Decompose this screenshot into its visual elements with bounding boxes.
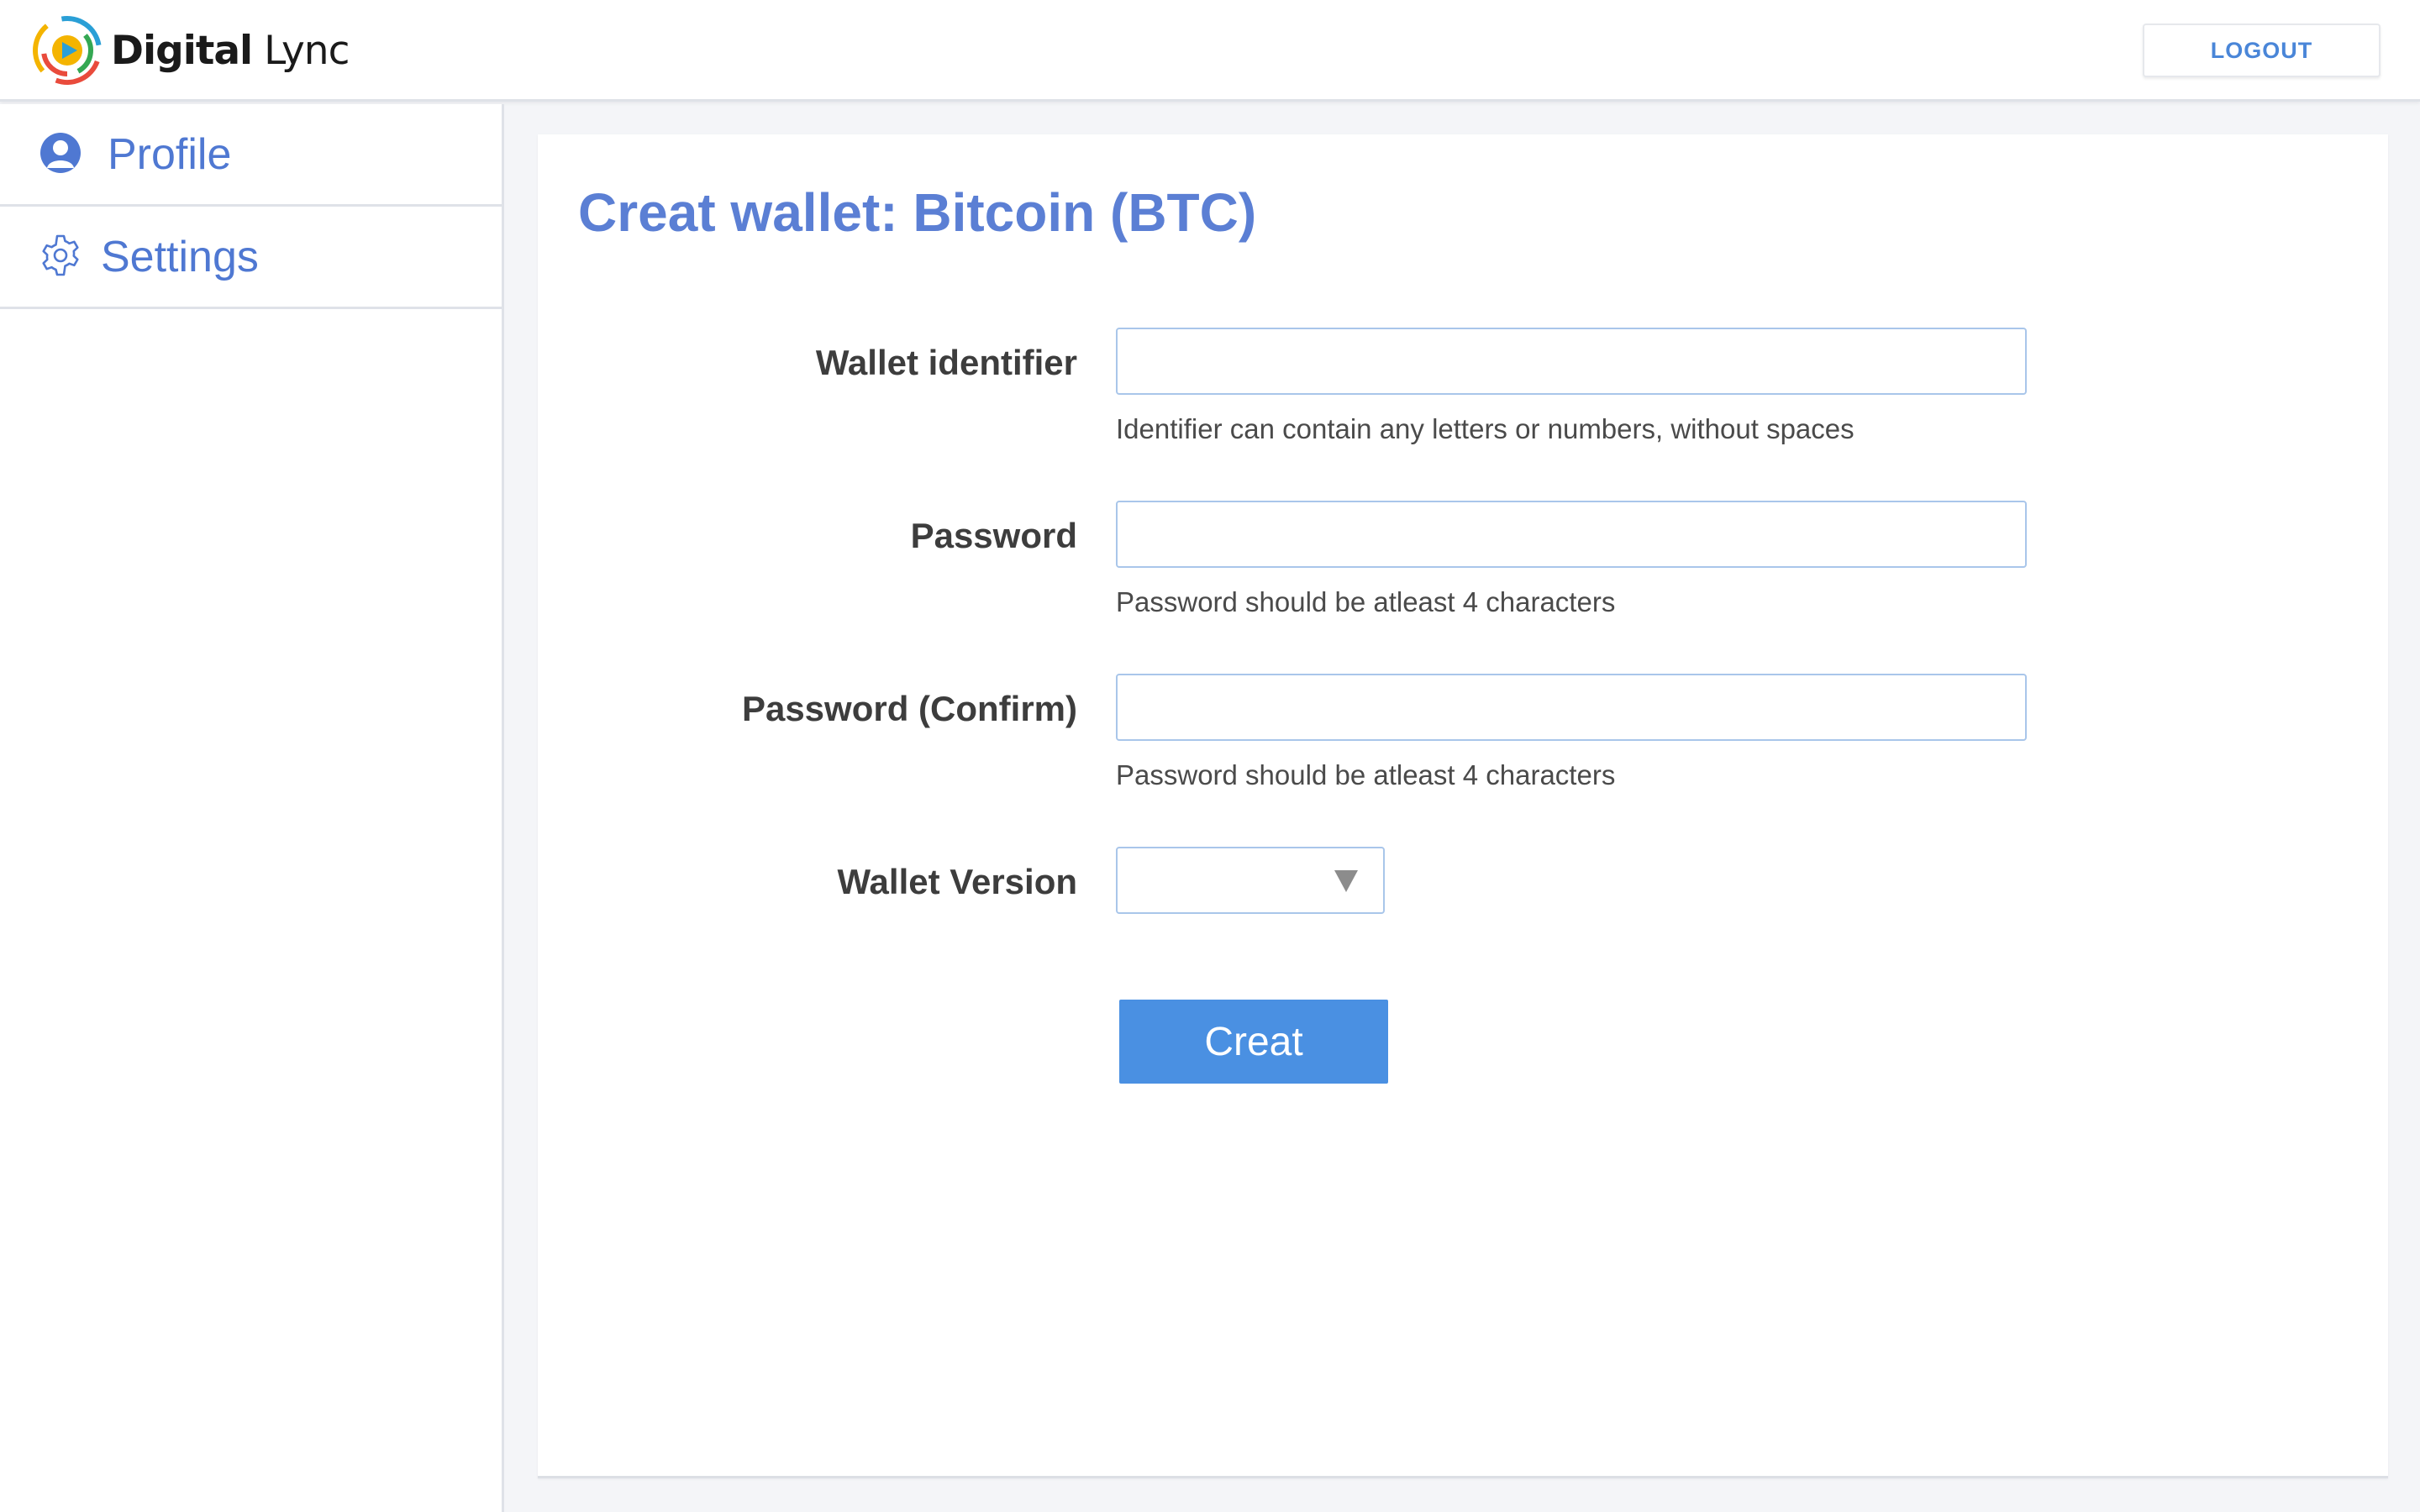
create-wallet-button[interactable]: Creat	[1119, 1000, 1388, 1084]
wallet-identifier-label: Wallet identifier	[815, 343, 1077, 382]
logo-text-light: Lync	[264, 27, 350, 74]
password-input[interactable]	[1116, 501, 2027, 568]
gear-icon	[42, 234, 79, 276]
sidebar-item-profile[interactable]: Profile	[0, 104, 502, 207]
user-icon	[40, 133, 81, 173]
wallet-identifier-help: Identifier can contain any letters or nu…	[1116, 413, 1854, 444]
create-wallet-card: Creat wallet: Bitcoin (BTC) Wallet ident…	[538, 134, 2388, 1478]
password-help: Password should be atleast 4 characters	[1116, 586, 1616, 617]
wallet-version-label: Wallet Version	[837, 862, 1077, 901]
password-confirm-label: Password (Confirm)	[741, 689, 1077, 728]
sidebar-item-settings[interactable]: Settings	[0, 207, 502, 309]
password-label: Password	[910, 516, 1077, 555]
wallet-identifier-input[interactable]	[1116, 328, 2027, 395]
page-title: Creat wallet: Bitcoin (BTC)	[578, 182, 1257, 243]
logout-button[interactable]: LOGOUT	[2143, 24, 2381, 77]
logo-text: Digital Lync	[111, 27, 350, 74]
password-confirm-input[interactable]	[1116, 674, 2027, 741]
top-header: Digital Lync LOGOUT	[0, 0, 2420, 102]
digital-lync-logo[interactable]: Digital Lync	[32, 15, 350, 86]
logo-text-bold: Digital	[111, 27, 253, 74]
wallet-version-select[interactable]	[1116, 847, 1385, 914]
logo-mark-icon	[33, 16, 102, 85]
sidebar-item-label: Settings	[101, 232, 259, 281]
sidebar-item-label: Profile	[108, 129, 232, 179]
password-confirm-help: Password should be atleast 4 characters	[1116, 759, 1616, 790]
sidebar: Profile Settings	[0, 104, 504, 1512]
caret-down-icon	[1334, 870, 1358, 892]
